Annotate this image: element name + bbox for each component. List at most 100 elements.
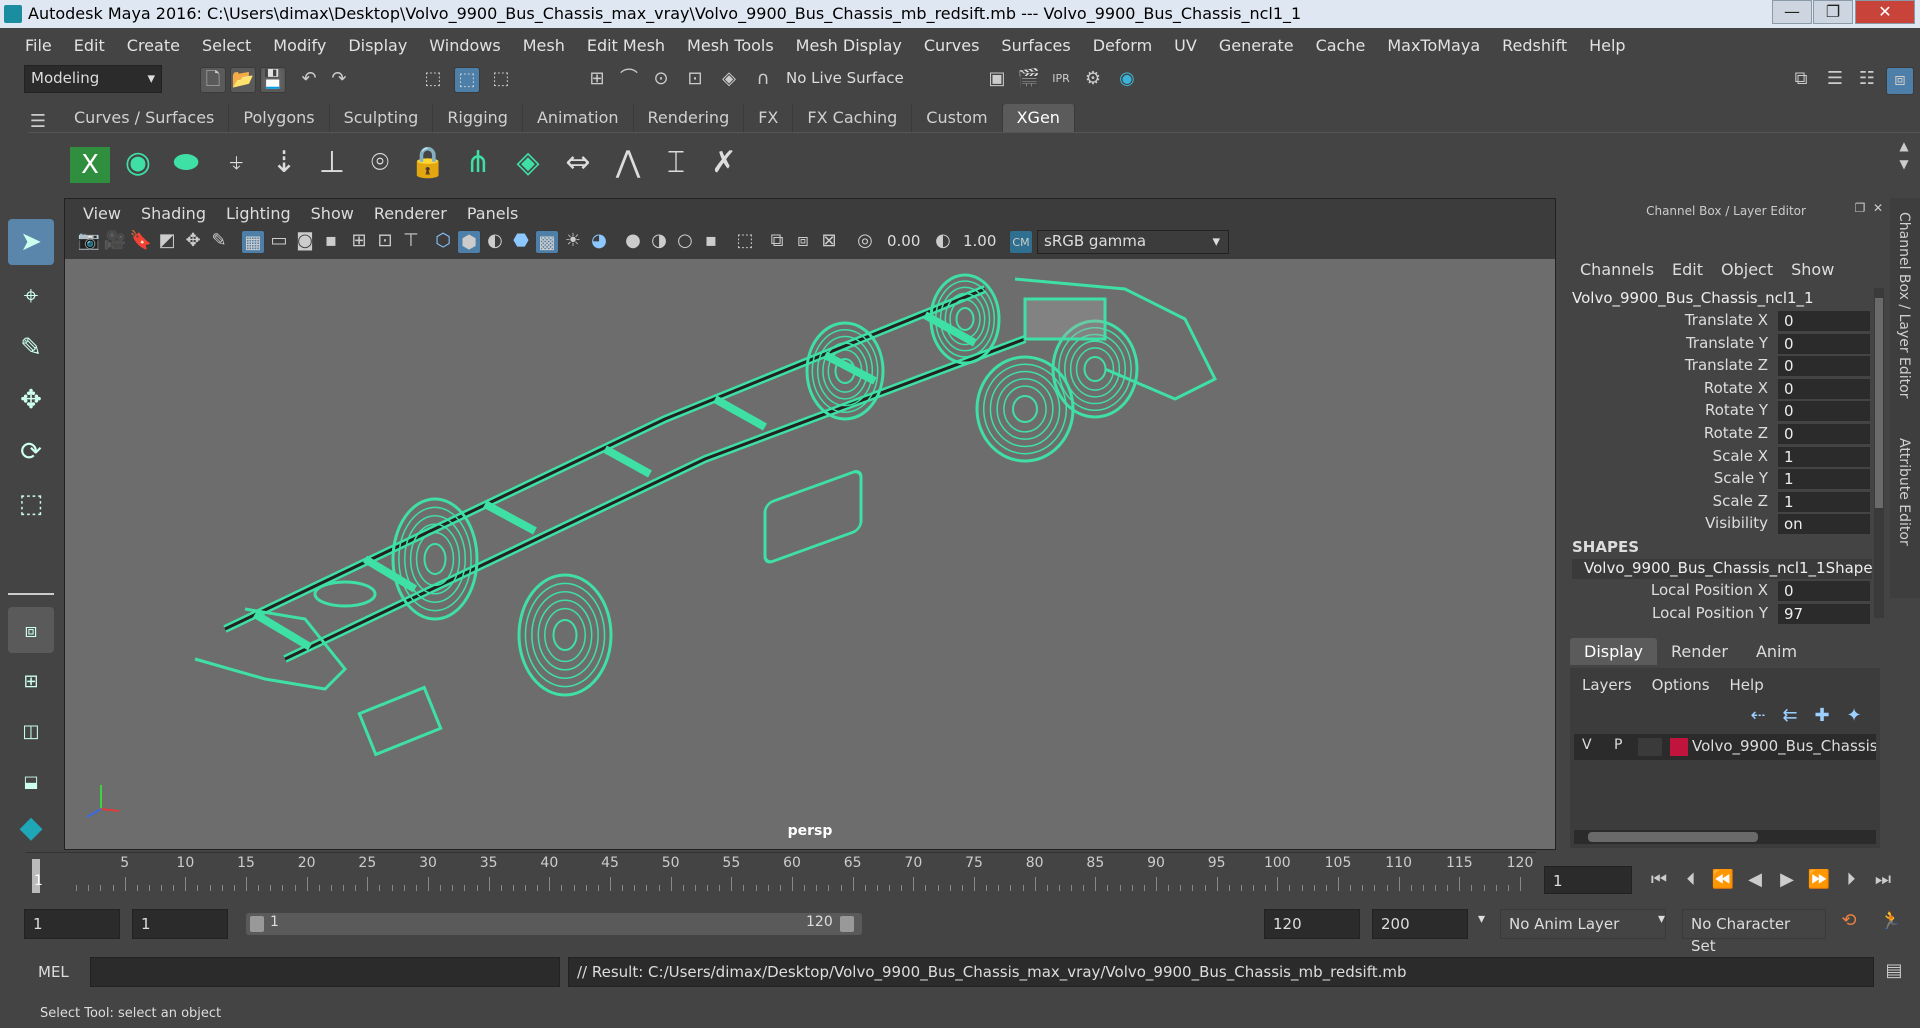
layout-toggle-icon[interactable]: ⬓ [8,759,54,805]
attribute-row[interactable]: Local Position Y 97 [1566,603,1876,625]
tab-fx[interactable]: FX [744,104,794,132]
step-back-key-icon[interactable]: ⏪ [1710,868,1736,894]
menu-windows[interactable]: Windows [418,36,511,55]
mode-dropdown[interactable]: Modeling ▾ [24,65,162,93]
attribute-row[interactable]: Local Position X 0 [1566,580,1876,602]
menu-generate[interactable]: Generate [1208,36,1305,55]
panel-menu-show[interactable]: Show [301,204,364,223]
save-scene-icon[interactable]: 💾 [260,67,286,93]
film-gate-icon[interactable]: ▭ [267,229,291,255]
attribute-row[interactable]: Visibility on [1566,513,1876,535]
minimize-button[interactable]: — [1772,0,1812,24]
wireframe-shading-icon[interactable]: ⬡ [431,229,455,255]
layer-menu-help[interactable]: Help [1730,676,1764,694]
script-language-label[interactable]: MEL [38,963,69,981]
chevron-down-icon[interactable]: ▾ [1658,911,1665,927]
step-back-frame-icon[interactable]: ⏴ [1678,868,1704,894]
lights-icon[interactable]: ☀ [561,229,585,255]
gamma-field[interactable]: 1.00 [955,230,1003,254]
channel-menu-show[interactable]: Show [1791,260,1834,279]
exposure-field[interactable]: 0.00 [879,230,927,254]
resolution-gate-icon[interactable]: ◙ [293,229,317,255]
channel-box-toggle-icon[interactable]: ⧈ [1886,67,1914,95]
panel-menu-view[interactable]: View [73,204,131,223]
two-d-pan-zoom-icon[interactable]: ✥ [181,229,205,255]
scale-tool-icon[interactable]: ⬚ [8,481,54,527]
magnet-icon[interactable]: ∩ [750,67,776,93]
motion-blur-icon[interactable]: ◑ [647,229,671,255]
field-chart-icon[interactable]: ⊞ [347,229,371,255]
single-perspective-layout-icon[interactable]: ⧈ [8,607,54,653]
layer-visibility-toggle[interactable]: V [1582,737,1592,753]
close-button[interactable]: ✕ [1855,0,1915,24]
render-frame-icon[interactable]: 🎬 [1016,67,1042,93]
move-tool-icon[interactable]: ✥ [8,377,54,423]
modeling-toolkit-icon[interactable]: ⧉ [1788,67,1814,93]
xgen-preview-icon[interactable]: ◉ [118,141,158,185]
attribute-row[interactable]: Scale Z 1 [1566,491,1876,513]
attribute-value[interactable]: 0 [1778,424,1870,444]
snap-grid-icon[interactable]: ⊞ [584,67,610,93]
safe-action-icon[interactable]: ⊡ [373,229,397,255]
xgen-add-guide-icon[interactable]: ⍖ [216,141,256,185]
exposure-icon[interactable]: ◎ [853,229,877,255]
snap-view-plane-icon[interactable]: ⊡ [682,67,708,93]
character-set-dropdown[interactable]: No Character Set [1682,909,1826,955]
new-scene-icon[interactable]: 🗋 [200,67,226,93]
xgen-show-guides-icon[interactable]: ⌾ [360,141,400,185]
auto-key-icon[interactable]: ⟲ [1836,909,1862,937]
move-layer-down-icon[interactable]: ⇇ [1778,704,1802,726]
xgen-create-description-icon[interactable]: ⬬ [166,141,206,185]
attribute-value[interactable]: 0 [1778,311,1870,331]
menu-redshift[interactable]: Redshift [1491,36,1578,55]
xgen-lock-guides-icon[interactable]: 🔒 [408,141,448,185]
tab-custom[interactable]: Custom [912,104,1003,132]
attribute-value[interactable]: 1 [1778,491,1870,512]
redo-icon[interactable]: ↷ [326,67,352,93]
layer-playback-toggle[interactable]: P [1614,737,1622,753]
layer-type-toggle[interactable] [1638,738,1662,756]
command-input[interactable] [90,957,560,987]
channel-menu-object[interactable]: Object [1721,260,1773,279]
layer-menu-layers[interactable]: Layers [1582,676,1632,694]
layer-horizontal-scrollbar[interactable] [1574,830,1876,844]
shelf-menu-icon[interactable]: ☰ [28,110,48,132]
play-backwards-icon[interactable]: ◀ [1742,868,1768,894]
screen-space-ao-icon[interactable]: ● [621,229,645,255]
grease-pencil-icon[interactable]: ✎ [207,229,231,255]
select-component-icon[interactable]: ⬚ [488,67,514,93]
tab-rigging[interactable]: Rigging [433,104,523,132]
color-management-icon[interactable]: CM [1009,230,1033,254]
go-to-start-icon[interactable]: ⏮ [1646,868,1672,894]
menu-cache[interactable]: Cache [1305,36,1377,55]
xray-icon[interactable]: ▩ [535,230,559,254]
side-tab-attribute-editor[interactable]: Attribute Editor [1896,438,1912,588]
menu-mesh-tools[interactable]: Mesh Tools [676,36,785,55]
attribute-row[interactable]: Translate X 0 [1566,310,1876,332]
outliner-layout-icon[interactable]: ◫ [8,709,54,755]
menu-uv[interactable]: UV [1163,36,1208,55]
make-live-icon[interactable]: ◈ [716,67,742,93]
shadows-icon[interactable]: ◕ [587,229,611,255]
menu-surfaces[interactable]: Surfaces [990,36,1081,55]
xgen-sculpt-guide-icon[interactable]: ⊥ [312,141,352,185]
scrollbar-thumb[interactable] [1588,832,1758,842]
range-slider[interactable]: 1 120 [246,913,862,935]
menu-create[interactable]: Create [116,36,191,55]
attribute-value[interactable]: on [1778,514,1870,535]
script-editor-icon[interactable]: ▤ [1880,959,1908,987]
textured-icon[interactable]: ⬣ [509,229,533,255]
tab-sculpting[interactable]: Sculpting [330,104,434,132]
xgen-groom-icon[interactable]: ⋔ [458,141,498,185]
tool-settings-icon[interactable]: ☷ [1854,67,1880,93]
safe-title-icon[interactable]: ⊤ [399,229,423,255]
menu-maxtomaya[interactable]: MaxToMaya [1376,36,1491,55]
attribute-row[interactable]: Scale Y 1 [1566,468,1876,490]
camera-attributes-icon[interactable]: 🎥 [103,229,127,255]
gate-mask-icon[interactable]: ▪ [319,229,343,255]
panel-menu-shading[interactable]: Shading [131,204,216,223]
color-space-dropdown[interactable]: sRGB gamma ▾ [1037,230,1229,254]
select-tool-icon[interactable]: ➤ [8,219,54,265]
playback-end-field[interactable]: 120 [1264,909,1360,939]
step-forward-frame-icon[interactable]: ⏵ [1838,868,1864,894]
